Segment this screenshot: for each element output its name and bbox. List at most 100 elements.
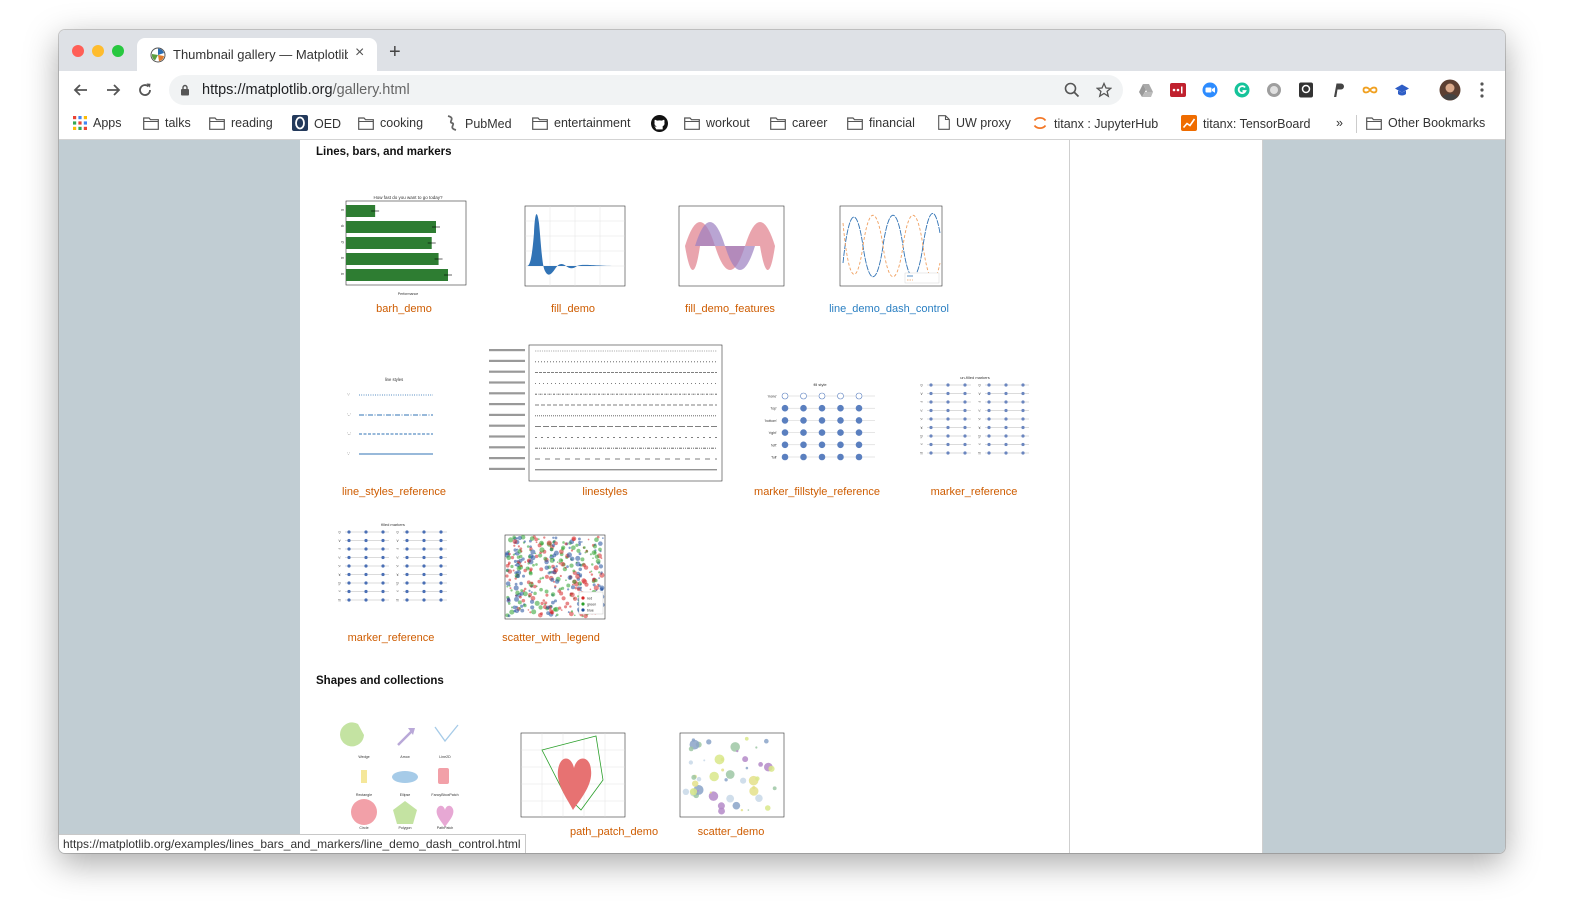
thumbnail-barh-demo[interactable]: How fast do you want to go today? Tom Dic…: [341, 193, 467, 298]
scatter-dot: [714, 754, 725, 765]
thumbnail-scatter-with-legend[interactable]: red green blue: [495, 532, 610, 627]
thumbnail-fill-demo-features[interactable]: [665, 203, 787, 293]
bookmark-github[interactable]: [651, 115, 674, 133]
bookmark-oed[interactable]: OED: [292, 115, 341, 133]
profile-avatar[interactable]: [1439, 79, 1461, 101]
maximize-window-button[interactable]: [112, 45, 124, 57]
thumbnail-marker-reference-unfilled[interactable]: un-filled markers 'o''v' '^' '<' '>''s''p' '…: [913, 373, 1033, 468]
marker-symbol: [1004, 417, 1008, 421]
circle-extension-icon[interactable]: [1266, 82, 1282, 98]
thumb-label-linestyles[interactable]: linestyles: [572, 486, 638, 498]
scatter-dot: [551, 543, 556, 547]
bookmark-other[interactable]: Other Bookmarks: [1366, 115, 1485, 133]
bar: [346, 237, 432, 249]
thumbnail-line-styles-reference[interactable]: line styles ':' '-.' '--' '-': [341, 376, 451, 476]
marker-label: 'v': [920, 392, 923, 396]
thumb-label-fill-demo[interactable]: fill_demo: [540, 303, 606, 315]
zoom-icon[interactable]: [1064, 82, 1080, 98]
drive-extension-icon[interactable]: [1138, 82, 1154, 98]
scatter-dot: [530, 605, 535, 610]
thumbnail-line-demo-dash-control[interactable]: [825, 203, 945, 293]
scatter-dot: [543, 536, 546, 539]
bookmark-talks[interactable]: talks: [143, 115, 191, 133]
thumb-label-marker-reference[interactable]: marker_reference: [921, 486, 1027, 498]
bookmark-reading[interactable]: reading: [209, 115, 273, 133]
thumb-label-path-patch-demo[interactable]: path_patch_demo: [570, 826, 658, 838]
bookmark-financial[interactable]: financial: [847, 115, 915, 133]
thumb-label-line-demo-dash-control[interactable]: line_demo_dash_control: [821, 303, 957, 315]
bookmark-tensorboard[interactable]: titanx: TensorBoard: [1181, 115, 1310, 133]
page-viewport[interactable]: Lines, bars, and markers How fast do you…: [59, 140, 1505, 853]
bar: [346, 253, 439, 265]
thumb-label-fill-demo-features[interactable]: fill_demo_features: [678, 303, 782, 315]
bookmark-cooking[interactable]: cooking: [358, 115, 423, 133]
close-window-button[interactable]: [72, 45, 84, 57]
fill-style-marker: [818, 429, 826, 436]
thumbnail-path-patch-demo[interactable]: [508, 730, 628, 825]
marker-label: 'p': [920, 434, 923, 438]
marker-symbol: [422, 555, 426, 560]
keeper-extension-icon[interactable]: [1298, 82, 1314, 98]
scatter-dot: [539, 587, 543, 592]
tab-gallery[interactable]: Thumbnail gallery — Matplotlib ×: [137, 38, 377, 71]
close-tab-icon[interactable]: ×: [355, 44, 364, 62]
minimize-window-button[interactable]: [92, 45, 104, 57]
tab-strip: Thumbnail gallery — Matplotlib × +: [59, 30, 1505, 71]
thumb-label-scatter-with-legend[interactable]: scatter_with_legend: [490, 632, 612, 644]
zoom-extension-icon[interactable]: [1202, 82, 1218, 98]
fill-style-marker: [855, 392, 863, 400]
thumb-label-scatter-demo[interactable]: scatter_demo: [685, 826, 777, 838]
scatter-dot: [691, 780, 699, 787]
thumb-label-marker-fillstyle-reference[interactable]: marker_fillstyle_reference: [748, 486, 886, 498]
thumb-label-marker-reference-filled[interactable]: marker_reference: [338, 632, 444, 644]
scatter-dot: [518, 607, 522, 610]
thumb-label-line-styles-reference[interactable]: line_styles_reference: [336, 486, 452, 498]
bookmark-apps[interactable]: Apps: [73, 115, 122, 133]
bookmark-workout[interactable]: workout: [684, 115, 750, 133]
fill-style-label: 'left': [771, 443, 777, 447]
reload-icon[interactable]: [134, 79, 156, 101]
bookmarks-overflow-button[interactable]: »: [1336, 115, 1343, 133]
scatter-dot: [539, 577, 542, 580]
new-tab-button[interactable]: +: [389, 42, 401, 62]
forward-arrow-icon[interactable]: [102, 79, 124, 101]
paypal-extension-icon[interactable]: [1330, 82, 1346, 98]
address-bar[interactable]: https://matplotlib.org/gallery.html: [169, 75, 1123, 105]
bookmark-entertainment[interactable]: entertainment: [532, 115, 630, 133]
browser-menu-icon[interactable]: [1477, 81, 1487, 99]
marker-symbol: [364, 547, 368, 551]
scatter-dot: [589, 588, 592, 591]
grammarly-extension-icon[interactable]: [1234, 82, 1250, 98]
thumbnail-marker-reference-filled[interactable]: filled markers 'o''v' '^' '<' '>''s''p' '*' '…: [331, 520, 451, 615]
page-icon: [938, 115, 950, 130]
bookmark-label: titanx: TensorBoard: [1203, 117, 1311, 131]
thumb-label-barh-demo[interactable]: barh_demo: [361, 303, 447, 315]
bookmark-label: UW proxy: [956, 116, 1011, 130]
thumbnail-linestyles[interactable]: [487, 343, 725, 483]
bookmark-pubmed[interactable]: PubMed: [445, 115, 512, 133]
fill-style-marker: [781, 441, 789, 449]
thumbnail-fill-demo[interactable]: [512, 203, 628, 293]
back-arrow-icon[interactable]: [70, 79, 92, 101]
scatter-dot: [691, 774, 697, 780]
scatter-dot: [514, 608, 520, 614]
scatter-dot: [569, 592, 573, 596]
bookmark-jupyterhub[interactable]: titanx : JupyterHub: [1032, 115, 1158, 133]
marker-symbol: [347, 530, 351, 534]
bookmark-uw-proxy[interactable]: UW proxy: [938, 115, 1011, 133]
thumbnail-marker-fillstyle-reference[interactable]: fill style 'none' 'top' 'bottom' 'right' 'le…: [755, 380, 875, 465]
thumbnail-artist-reference[interactable]: Wedge Arrow Line2D Rectangle Ellipse Fan…: [338, 715, 468, 830]
thumbnail-scatter-demo[interactable]: [665, 730, 787, 825]
marker-symbol: [946, 434, 950, 438]
bookmark-star-icon[interactable]: [1096, 82, 1112, 98]
scatter-dot: [554, 536, 558, 540]
marker-symbol: [1004, 400, 1008, 404]
infinity-extension-icon[interactable]: [1362, 82, 1378, 98]
bookmark-career[interactable]: career: [770, 115, 827, 133]
scatter-dot: [520, 564, 523, 568]
marker-label: 'o': [920, 383, 923, 387]
marker-symbol: [439, 589, 443, 594]
lastpass-extension-icon[interactable]: [1170, 82, 1186, 98]
graduation-extension-icon[interactable]: [1394, 82, 1410, 98]
scatter-dot: [572, 537, 576, 541]
